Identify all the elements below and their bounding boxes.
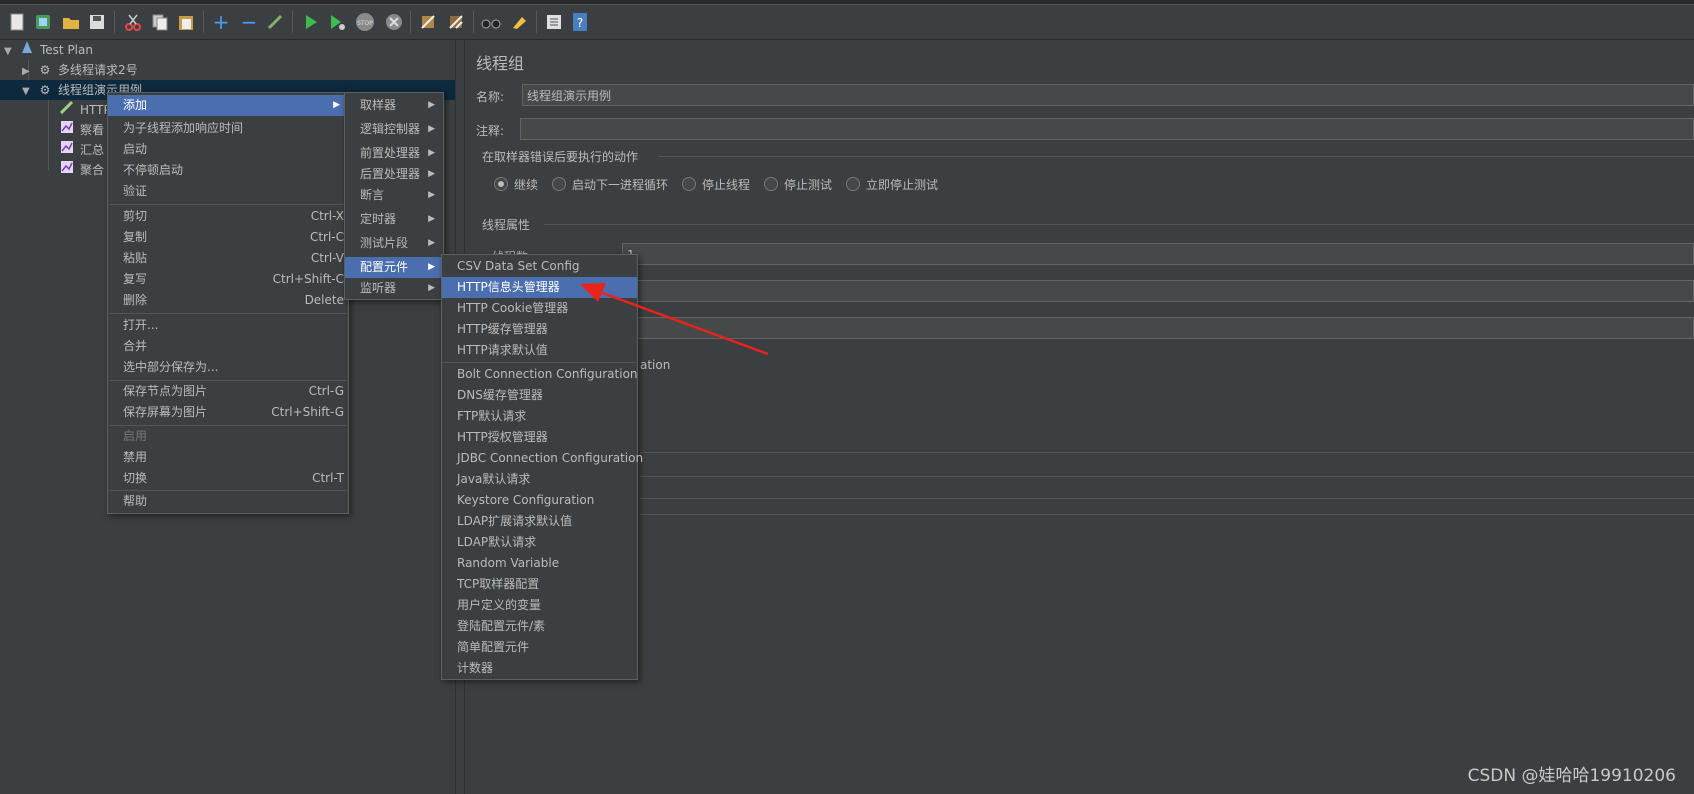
annotation-arrow [580,283,769,356]
annotation-arrow-line [599,290,769,356]
watermark: CSDN @娃哈哈19910206 [1467,766,1676,786]
